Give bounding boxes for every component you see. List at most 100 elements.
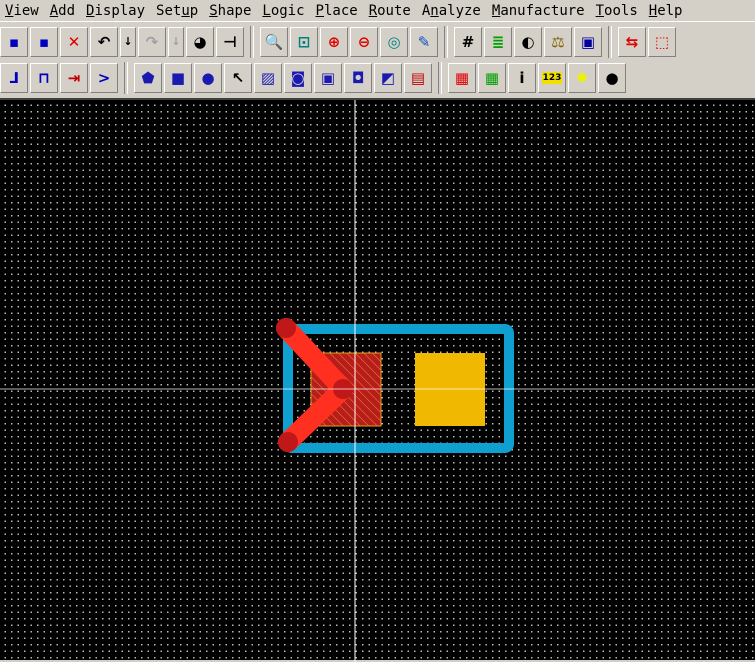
rubber-band-icon: ◕ bbox=[193, 32, 207, 51]
copy-icon: ▪ bbox=[38, 32, 50, 51]
color-palette-button[interactable]: ▦ bbox=[448, 62, 476, 93]
dehighlight-button[interactable]: ● bbox=[598, 62, 626, 93]
undo-button[interactable]: ↶ bbox=[90, 26, 118, 57]
toolbar-separator bbox=[608, 25, 612, 58]
toolbar-main: ▪ ▪ ✕ ↶ ↓ ↷ ↓ ◕ ⊣ 🔍 ⊡ ⊕ ⊖ ◎ ✎ # ≣ ◐ ⚖ ▣ ⇆ ⬚ bbox=[0, 24, 678, 59]
toolbar-separator bbox=[438, 61, 442, 94]
measure-icon: 123 bbox=[541, 71, 563, 84]
highlight-button[interactable]: ✹ bbox=[568, 62, 596, 93]
zoom-by-points-icon: 🔍 bbox=[264, 32, 284, 51]
menu-analyze[interactable]: Analyze bbox=[417, 3, 487, 19]
menu-label-part: T bbox=[595, 2, 605, 19]
void-rectangle-button[interactable]: ▣ bbox=[314, 62, 342, 93]
show-element-button[interactable]: i bbox=[508, 62, 536, 93]
void-polygon-button[interactable]: ◘ bbox=[344, 62, 372, 93]
trace-end bbox=[278, 432, 298, 452]
zoom-out-button[interactable]: ⊖ bbox=[350, 26, 378, 57]
void-rectangle-icon: ▣ bbox=[320, 68, 336, 87]
board-outline-icon: ▣ bbox=[580, 32, 596, 51]
manual-void-icon: ▨ bbox=[260, 68, 276, 87]
show-element-icon: i bbox=[519, 68, 525, 87]
undo-dropdown-button[interactable]: ↓ bbox=[120, 26, 136, 57]
swap-components-button[interactable]: ⇆ bbox=[618, 26, 646, 57]
measure-button[interactable]: 123 bbox=[538, 62, 566, 93]
menu-place[interactable]: Place bbox=[311, 3, 364, 19]
shape-rectangle-button[interactable]: ■ bbox=[164, 62, 192, 93]
slide-button[interactable]: ⊓ bbox=[30, 62, 58, 93]
add-connect-icon: ⅃ bbox=[9, 68, 19, 87]
undo-dropdown-icon: ↓ bbox=[123, 35, 133, 48]
menu-manufacture[interactable]: Manufacture bbox=[487, 3, 591, 19]
toolbar-separator bbox=[124, 61, 128, 94]
manual-void-button[interactable]: ▨ bbox=[254, 62, 282, 93]
menu-setup[interactable]: Setup bbox=[151, 3, 204, 19]
menu-label-part: hape bbox=[217, 2, 252, 19]
color-visibility-button[interactable]: ◐ bbox=[514, 26, 542, 57]
shape-circle-button[interactable]: ● bbox=[194, 62, 222, 93]
menu-logic[interactable]: Logic bbox=[257, 3, 310, 19]
shape-edit-button[interactable]: ◩ bbox=[374, 62, 402, 93]
placement-outline-icon: ⬚ bbox=[654, 32, 670, 51]
zoom-in-icon: ⊕ bbox=[327, 32, 341, 51]
layers-icon: ≣ bbox=[491, 32, 505, 51]
redo-dropdown-icon: ↓ bbox=[171, 35, 181, 48]
redo-button[interactable]: ↷ bbox=[138, 26, 166, 57]
grid-button[interactable]: # bbox=[454, 26, 482, 57]
move-button[interactable]: ▪ bbox=[0, 26, 28, 57]
zoom-fit-icon: ⊡ bbox=[297, 32, 311, 51]
copy-button[interactable]: ▪ bbox=[30, 26, 58, 57]
zoom-previous-icon: ◎ bbox=[387, 32, 401, 51]
delay-tune-button[interactable]: ⇥ bbox=[60, 62, 88, 93]
menu-label-part: anufacture bbox=[500, 2, 585, 19]
design-canvas[interactable] bbox=[0, 98, 755, 662]
menu-add[interactable]: Add bbox=[45, 3, 81, 19]
fanout-button[interactable]: > bbox=[90, 62, 118, 93]
rubber-band-button[interactable]: ◕ bbox=[186, 26, 214, 57]
assign-color-button[interactable]: ▦ bbox=[478, 62, 506, 93]
menu-tools[interactable]: Tools bbox=[591, 3, 644, 19]
add-connect-button[interactable]: ⅃ bbox=[0, 62, 28, 93]
slide-icon: ⊓ bbox=[38, 68, 50, 87]
menu-view[interactable]: View bbox=[0, 3, 45, 19]
void-circle-button[interactable]: ◙ bbox=[284, 62, 312, 93]
delete-button[interactable]: ✕ bbox=[60, 26, 88, 57]
zoom-by-points-button[interactable]: 🔍 bbox=[260, 26, 288, 57]
delete-islands-icon: ▤ bbox=[410, 68, 426, 87]
zoom-in-button[interactable]: ⊕ bbox=[320, 26, 348, 57]
delete-islands-button[interactable]: ▤ bbox=[404, 62, 432, 93]
menu-label-part: S bbox=[209, 2, 218, 19]
board-outline-button[interactable]: ▣ bbox=[574, 26, 602, 57]
color-visibility-icon: ◐ bbox=[521, 32, 535, 51]
layout-drawing bbox=[0, 100, 755, 662]
placement-outline-button[interactable]: ⬚ bbox=[648, 26, 676, 57]
zoom-fit-button[interactable]: ⊡ bbox=[290, 26, 318, 57]
select-shape-button[interactable]: ↖ bbox=[224, 62, 252, 93]
select-shape-icon: ↖ bbox=[231, 68, 245, 87]
menu-bar: View Add Display Setup Shape Logic Place Route A… bbox=[0, 0, 755, 22]
grid-icon: # bbox=[461, 32, 475, 51]
redraw-button[interactable]: ✎ bbox=[410, 26, 438, 57]
pin-button[interactable]: ⊣ bbox=[216, 26, 244, 57]
menu-label-part: elp bbox=[657, 2, 683, 19]
menu-route[interactable]: Route bbox=[364, 3, 417, 19]
balance-button[interactable]: ⚖ bbox=[544, 26, 572, 57]
menu-help[interactable]: Help bbox=[644, 3, 689, 19]
zoom-out-icon: ⊖ bbox=[357, 32, 371, 51]
dehighlight-icon: ● bbox=[605, 68, 619, 87]
menu-display[interactable]: Display bbox=[81, 3, 151, 19]
toolbar-separator bbox=[250, 25, 254, 58]
zoom-previous-button[interactable]: ◎ bbox=[380, 26, 408, 57]
menu-shape[interactable]: Shape bbox=[204, 3, 257, 19]
menu-label-part: A bbox=[49, 2, 59, 19]
menu-label-part: oute bbox=[377, 2, 411, 19]
menu-label-part: u bbox=[181, 2, 190, 19]
menu-label-part: ogic bbox=[270, 2, 305, 19]
menu-label-part: H bbox=[648, 2, 658, 19]
shape-polygon-button[interactable]: ⬟ bbox=[134, 62, 162, 93]
color-palette-icon: ▦ bbox=[454, 68, 470, 87]
layers-button[interactable]: ≣ bbox=[484, 26, 512, 57]
menu-label-part: isplay bbox=[94, 2, 146, 19]
redo-dropdown-button[interactable]: ↓ bbox=[168, 26, 184, 57]
redo-icon: ↷ bbox=[145, 32, 159, 51]
assign-color-icon: ▦ bbox=[484, 68, 500, 87]
